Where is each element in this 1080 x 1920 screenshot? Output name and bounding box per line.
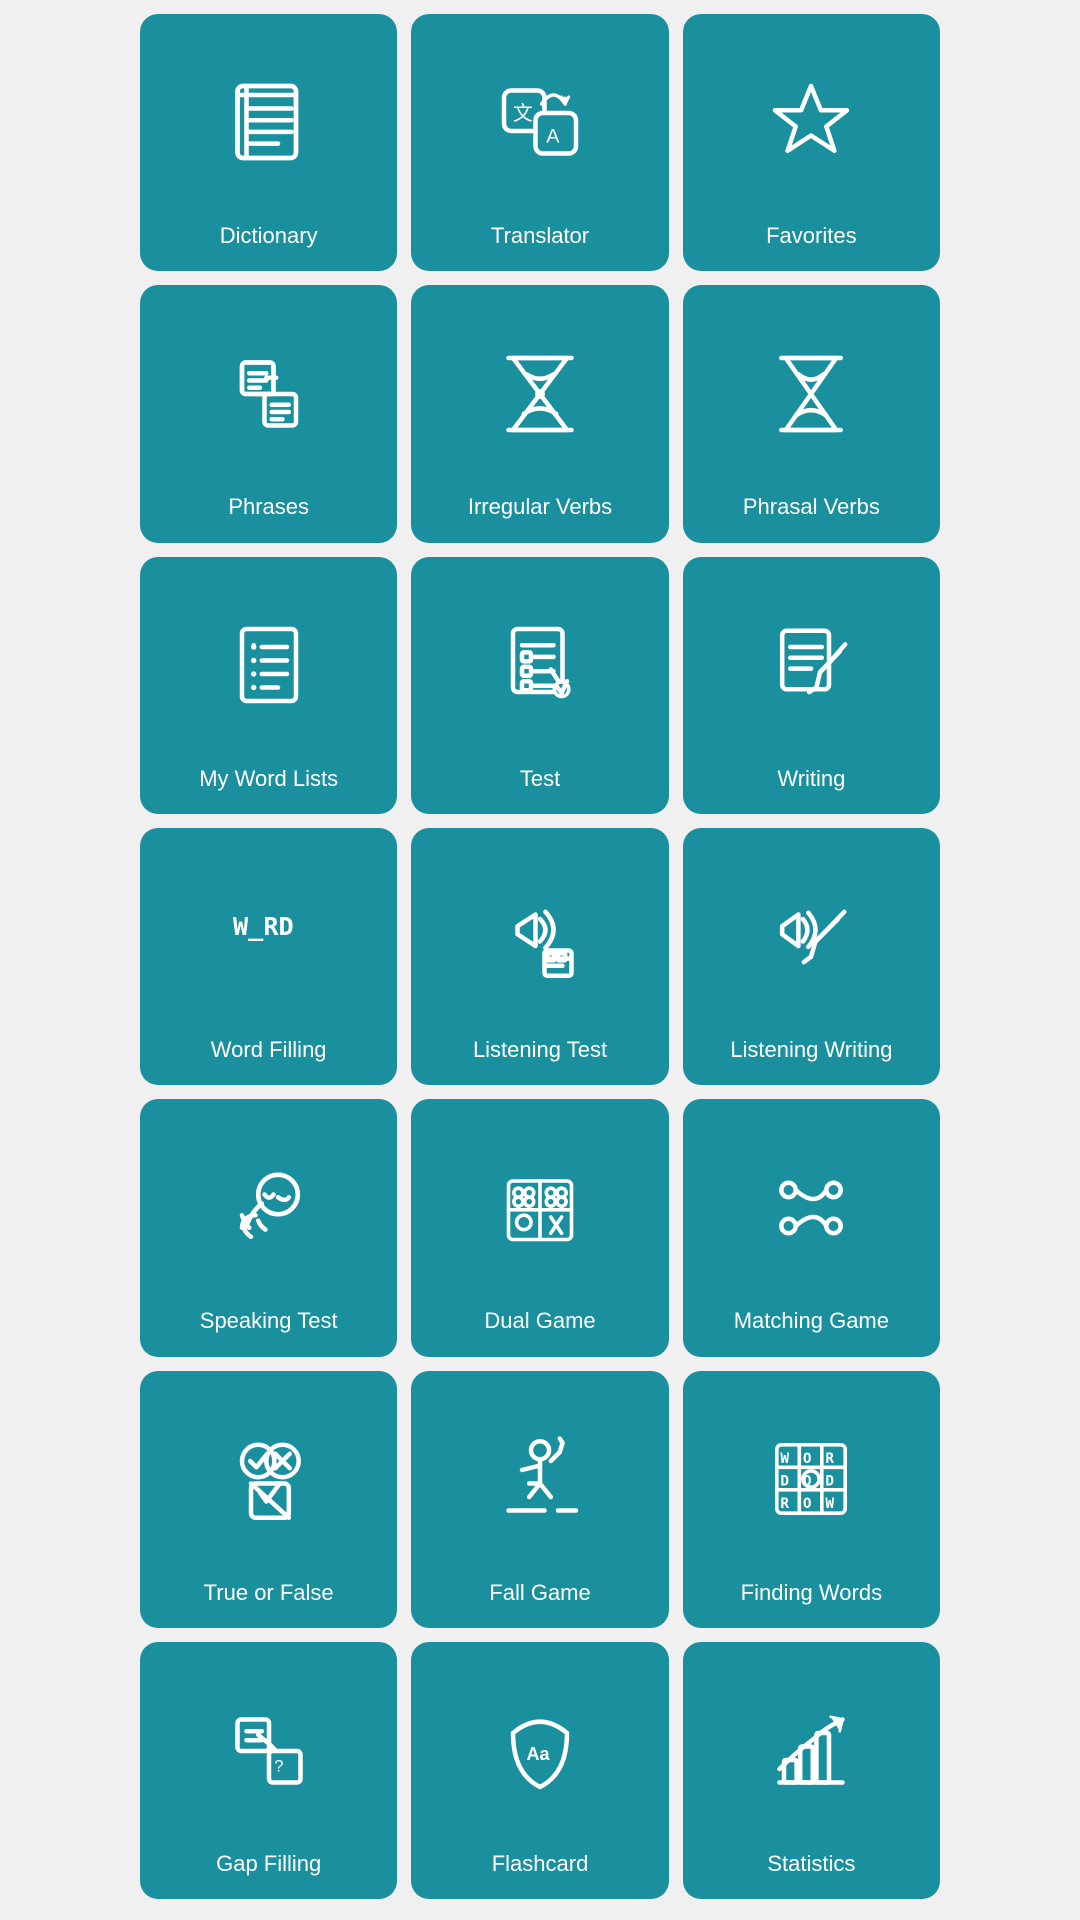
gap-filling-label: Gap Filling: [216, 1851, 321, 1877]
svg-text:R: R: [826, 1451, 835, 1467]
phrases-label: Phrases: [228, 494, 309, 520]
listening-writing-icon: [693, 846, 930, 1027]
dual-game-icon: [421, 1117, 658, 1298]
card-phrasal-verbs[interactable]: Phrasal Verbs: [683, 285, 940, 542]
svg-text:?: ?: [274, 1757, 283, 1775]
dual-game-label: Dual Game: [484, 1308, 595, 1334]
svg-text:W: W: [781, 1451, 790, 1467]
matching-game-label: Matching Game: [734, 1308, 889, 1334]
svg-text:D: D: [826, 1473, 835, 1489]
card-speaking-test[interactable]: Speaking Test: [140, 1099, 397, 1356]
svg-text:O: O: [803, 1451, 812, 1467]
card-matching-game[interactable]: Matching Game: [683, 1099, 940, 1356]
svg-text:Aa: Aa: [527, 1744, 551, 1764]
phrases-icon: [150, 303, 387, 484]
card-listening-writing[interactable]: Listening Writing: [683, 828, 940, 1085]
flashcard-icon: Aa: [421, 1660, 658, 1841]
translator-label: Translator: [491, 223, 589, 249]
card-phrases[interactable]: Phrases: [140, 285, 397, 542]
card-writing[interactable]: Writing: [683, 557, 940, 814]
card-my-word-lists[interactable]: My Word Lists: [140, 557, 397, 814]
flashcard-label: Flashcard: [492, 1851, 589, 1877]
svg-text:R: R: [781, 1496, 790, 1512]
dictionary-icon: [150, 32, 387, 213]
card-favorites[interactable]: Favorites: [683, 14, 940, 271]
writing-label: Writing: [777, 766, 845, 792]
statistics-label: Statistics: [767, 1851, 855, 1877]
card-finding-words[interactable]: W O R D O D R O W Finding Words: [683, 1371, 940, 1628]
card-listening-test[interactable]: Listening Test: [411, 828, 668, 1085]
matching-game-icon: [693, 1117, 930, 1298]
card-true-or-false[interactable]: True or False: [140, 1371, 397, 1628]
svg-text:A: A: [546, 126, 560, 148]
test-icon: [421, 575, 658, 756]
card-gap-filling[interactable]: ? Gap Filling: [140, 1642, 397, 1899]
card-translator[interactable]: 文 A Translator: [411, 14, 668, 271]
finding-words-label: Finding Words: [741, 1580, 882, 1606]
true-or-false-icon: [150, 1389, 387, 1570]
svg-text:O: O: [803, 1496, 812, 1512]
irregular-verbs-icon: [421, 303, 658, 484]
card-test[interactable]: Test: [411, 557, 668, 814]
card-flashcard[interactable]: Aa Flashcard: [411, 1642, 668, 1899]
listening-test-label: Listening Test: [473, 1037, 607, 1063]
favorites-label: Favorites: [766, 223, 856, 249]
fall-game-label: Fall Game: [489, 1580, 590, 1606]
card-dictionary[interactable]: Dictionary: [140, 14, 397, 271]
my-word-lists-label: My Word Lists: [199, 766, 338, 792]
gap-filling-icon: ?: [150, 1660, 387, 1841]
card-dual-game[interactable]: Dual Game: [411, 1099, 668, 1356]
dictionary-label: Dictionary: [220, 223, 318, 249]
irregular-verbs-label: Irregular Verbs: [468, 494, 612, 520]
svg-text:W_RD: W_RD: [233, 912, 294, 941]
writing-icon: [693, 575, 930, 756]
translator-icon: 文 A: [421, 32, 658, 213]
svg-text:文: 文: [513, 104, 533, 126]
card-word-filling[interactable]: W_RD Word Filling: [140, 828, 397, 1085]
fall-game-icon: [421, 1389, 658, 1570]
test-label: Test: [520, 766, 560, 792]
favorites-icon: [693, 32, 930, 213]
svg-text:D: D: [781, 1473, 790, 1489]
card-statistics[interactable]: Statistics: [683, 1642, 940, 1899]
card-fall-game[interactable]: Fall Game: [411, 1371, 668, 1628]
phrasal-verbs-icon: [693, 303, 930, 484]
speaking-test-icon: [150, 1117, 387, 1298]
listening-writing-label: Listening Writing: [730, 1037, 892, 1063]
card-irregular-verbs[interactable]: Irregular Verbs: [411, 285, 668, 542]
my-word-lists-icon: [150, 575, 387, 756]
main-grid: Dictionary 文 A Translator Favorites: [126, 0, 954, 1913]
finding-words-icon: W O R D O D R O W: [693, 1389, 930, 1570]
svg-text:O: O: [803, 1473, 812, 1489]
word-filling-icon: W_RD: [150, 846, 387, 1027]
phrasal-verbs-label: Phrasal Verbs: [743, 494, 880, 520]
word-filling-label: Word Filling: [211, 1037, 327, 1063]
svg-text:W: W: [826, 1496, 835, 1512]
statistics-icon: [693, 1660, 930, 1841]
speaking-test-label: Speaking Test: [200, 1308, 338, 1334]
listening-test-icon: [421, 846, 658, 1027]
true-or-false-label: True or False: [204, 1580, 334, 1606]
